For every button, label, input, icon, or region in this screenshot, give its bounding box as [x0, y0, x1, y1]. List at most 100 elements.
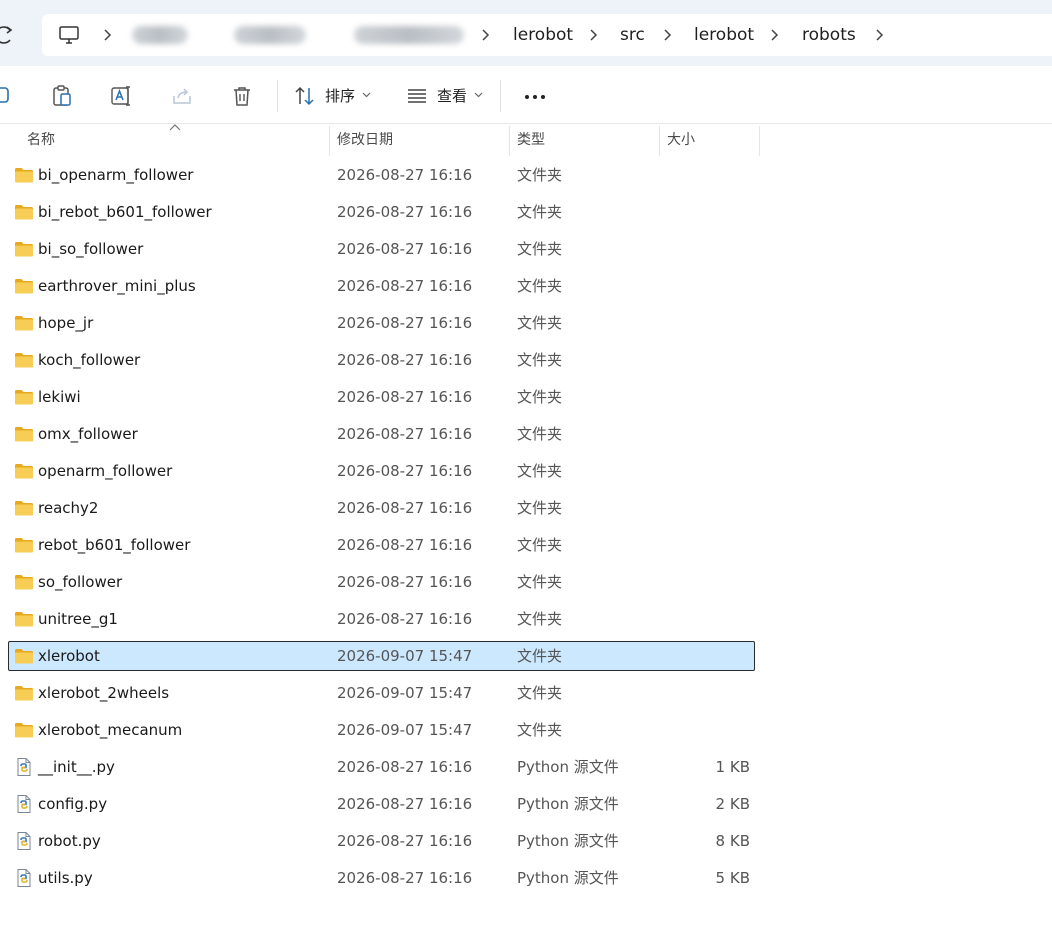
file-row[interactable]: robot.py 2026-08-27 16:16 Python 源文件 8 KB: [8, 826, 755, 856]
chevron-right-icon[interactable]: [662, 25, 674, 45]
file-type: 文件夹: [517, 684, 563, 702]
file-type: 文件夹: [517, 721, 563, 739]
sort-button[interactable]: 排序: [325, 86, 355, 106]
file-name: koch_follower: [38, 351, 141, 369]
this-pc-icon[interactable]: [58, 24, 80, 46]
breadcrumb-lerobot-inner[interactable]: lerobot: [694, 24, 754, 46]
file-row[interactable]: __init__.py 2026-08-27 16:16 Python 源文件 1 K…: [8, 752, 755, 782]
folder-icon: [14, 425, 34, 443]
file-row[interactable]: config.py 2026-08-27 16:16 Python 源文件 2 KB: [8, 789, 755, 819]
folder-row[interactable]: xlerobot 2026-09-07 15:47 文件夹: [8, 641, 755, 671]
folder-icon: [14, 721, 34, 739]
refresh-icon[interactable]: [0, 24, 14, 46]
blurred-breadcrumb[interactable]: [132, 26, 188, 44]
address-bar-area: lerobot src lerobot robots: [0, 0, 1052, 66]
file-row[interactable]: utils.py 2026-08-27 16:16 Python 源文件 5 KB: [8, 863, 755, 893]
folder-row[interactable]: xlerobot_mecanum 2026-09-07 15:47 文件夹: [8, 715, 755, 745]
chevron-down-icon[interactable]: [474, 92, 483, 98]
file-name: openarm_follower: [38, 462, 173, 480]
file-type: 文件夹: [517, 647, 563, 665]
file-name: utils.py: [38, 869, 93, 887]
python-file-icon: [14, 869, 34, 887]
folder-row[interactable]: xlerobot_2wheels 2026-09-07 15:47 文件夹: [8, 678, 755, 708]
chevron-right-icon[interactable]: [480, 25, 492, 45]
folder-row[interactable]: bi_rebot_b601_follower 2026-08-27 16:16 文件…: [8, 197, 755, 227]
share-icon[interactable]: [170, 84, 194, 108]
file-size: 5 KB: [715, 869, 750, 887]
file-type: Python 源文件: [517, 832, 619, 850]
python-file-icon: [14, 758, 34, 776]
folder-icon: [14, 610, 34, 628]
chevron-right-icon[interactable]: [102, 25, 114, 45]
folder-row[interactable]: reachy2 2026-08-27 16:16 文件夹: [8, 493, 755, 523]
chevron-right-icon[interactable]: [874, 25, 886, 45]
folder-row[interactable]: koch_follower 2026-08-27 16:16 文件夹: [8, 345, 755, 375]
blurred-breadcrumb[interactable]: [354, 26, 464, 44]
more-options-icon[interactable]: [524, 94, 546, 100]
column-header-modified[interactable]: 修改日期: [329, 124, 509, 156]
column-header-name[interactable]: 名称: [19, 124, 329, 156]
delete-icon[interactable]: [230, 84, 254, 108]
file-name: earthrover_mini_plus: [38, 277, 196, 295]
file-modified-date: 2026-08-27 16:16: [337, 832, 473, 850]
folder-row[interactable]: openarm_follower 2026-08-27 16:16 文件夹: [8, 456, 755, 486]
column-divider[interactable]: [759, 126, 760, 156]
file-type: 文件夹: [517, 462, 563, 480]
folder-row[interactable]: rebot_b601_follower 2026-08-27 16:16 文件夹: [8, 530, 755, 560]
breadcrumb-lerobot[interactable]: lerobot: [513, 24, 573, 46]
python-file-icon: [14, 832, 34, 850]
file-type: 文件夹: [517, 388, 563, 406]
folder-row[interactable]: lekiwi 2026-08-27 16:16 文件夹: [8, 382, 755, 412]
folder-row[interactable]: so_follower 2026-08-27 16:16 文件夹: [8, 567, 755, 597]
file-modified-date: 2026-08-27 16:16: [337, 869, 473, 887]
file-modified-date: 2026-08-27 16:16: [337, 795, 473, 813]
rename-icon[interactable]: [110, 84, 134, 108]
folder-row[interactable]: unitree_g1 2026-08-27 16:16 文件夹: [8, 604, 755, 634]
file-type: Python 源文件: [517, 869, 619, 887]
blurred-breadcrumb[interactable]: [234, 26, 306, 44]
chevron-down-icon[interactable]: [362, 92, 371, 98]
file-modified-date: 2026-08-27 16:16: [337, 536, 473, 554]
copy-icon[interactable]: [0, 84, 16, 108]
column-header-type[interactable]: 类型: [509, 124, 659, 156]
file-name: so_follower: [38, 573, 123, 591]
sort-icon[interactable]: [293, 84, 317, 108]
file-modified-date: 2026-08-27 16:16: [337, 499, 473, 517]
folder-icon: [14, 277, 34, 295]
file-modified-date: 2026-08-27 16:16: [337, 388, 473, 406]
column-header-size[interactable]: 大小: [659, 124, 759, 156]
file-modified-date: 2026-08-27 16:16: [337, 462, 473, 480]
folder-row[interactable]: omx_follower 2026-08-27 16:16 文件夹: [8, 419, 755, 449]
address-bar[interactable]: lerobot src lerobot robots: [42, 14, 1052, 56]
chevron-right-icon[interactable]: [769, 25, 781, 45]
folder-row[interactable]: bi_openarm_follower 2026-08-27 16:16 文件夹: [8, 160, 755, 190]
breadcrumb-src[interactable]: src: [620, 24, 645, 46]
file-type: Python 源文件: [517, 795, 619, 813]
file-name: hope_jr: [38, 314, 94, 332]
file-name: omx_follower: [38, 425, 138, 443]
file-type: 文件夹: [517, 203, 563, 221]
paste-icon[interactable]: [50, 84, 74, 108]
file-type: 文件夹: [517, 573, 563, 591]
file-type: 文件夹: [517, 536, 563, 554]
command-toolbar: 排序 查看: [0, 66, 1052, 124]
folder-icon: [14, 240, 34, 258]
file-type: 文件夹: [517, 240, 563, 258]
file-modified-date: 2026-09-07 15:47: [337, 647, 473, 665]
file-type: 文件夹: [517, 610, 563, 628]
file-modified-date: 2026-08-27 16:16: [337, 351, 473, 369]
folder-row[interactable]: earthrover_mini_plus 2026-08-27 16:16 文件夹: [8, 271, 755, 301]
breadcrumb-robots[interactable]: robots: [802, 24, 856, 46]
chevron-right-icon[interactable]: [588, 25, 600, 45]
folder-row[interactable]: bi_so_follower 2026-08-27 16:16 文件夹: [8, 234, 755, 264]
view-button[interactable]: 查看: [437, 86, 467, 106]
file-type: Python 源文件: [517, 758, 619, 776]
file-modified-date: 2026-08-27 16:16: [337, 610, 473, 628]
file-name: xlerobot_2wheels: [38, 684, 170, 702]
file-type: 文件夹: [517, 425, 563, 443]
toolbar-divider: [277, 80, 278, 112]
view-icon[interactable]: [405, 84, 429, 108]
folder-row[interactable]: hope_jr 2026-08-27 16:16 文件夹: [8, 308, 755, 338]
file-name: rebot_b601_follower: [38, 536, 191, 554]
file-modified-date: 2026-09-07 15:47: [337, 684, 473, 702]
